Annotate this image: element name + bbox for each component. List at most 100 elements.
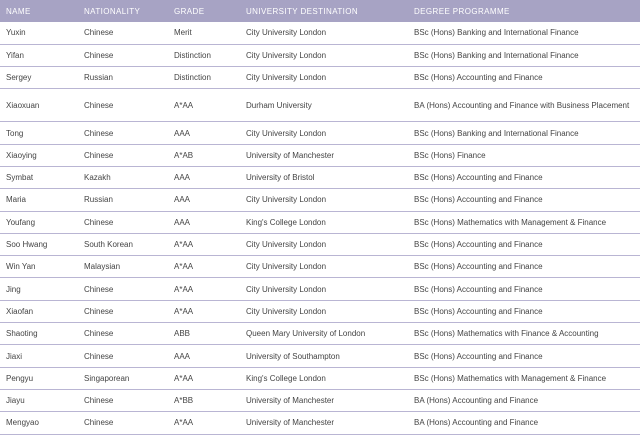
- university-cell: City University London: [246, 306, 327, 316]
- university-cell: City University London: [246, 28, 327, 38]
- table-row: Maria Russian AAA City University London BSc…: [0, 189, 640, 212]
- table-header: NAME NATIONALITY GRADE UNIVERSITY DESTIN…: [0, 0, 640, 22]
- grade-cell: AAA: [174, 128, 191, 138]
- table-body: Yuxin Chinese Merit City University London B…: [0, 22, 640, 435]
- grade-cell: A*AB: [174, 150, 194, 160]
- header-grade: GRADE: [174, 6, 205, 16]
- table-row: Youfang Chinese AAA King's College London BS…: [0, 211, 640, 234]
- grade-cell: AAA: [174, 351, 191, 361]
- header-university: UNIVERSITY DESTINATION: [246, 6, 359, 16]
- name-cell: Yuxin: [6, 28, 26, 38]
- table-row: Xiaoxuan Chinese A*AA Durham University BA (…: [0, 89, 640, 122]
- degree-cell: BSc (Hons) Banking and International Fin…: [414, 50, 579, 60]
- grade-cell: AAA: [174, 195, 191, 205]
- university-cell: King's College London: [246, 373, 326, 383]
- nationality-cell: Malaysian: [84, 262, 121, 272]
- university-cell: King's College London: [246, 217, 326, 227]
- grade-cell: ABB: [174, 329, 191, 339]
- grade-cell: A*AA: [174, 262, 194, 272]
- university-cell: City University London: [246, 73, 327, 83]
- nationality-cell: South Korean: [84, 240, 133, 250]
- degree-cell: BSc (Hons) Accounting and Finance: [414, 195, 543, 205]
- nationality-cell: Russian: [84, 73, 113, 83]
- name-cell: Soo Hwang: [6, 240, 48, 250]
- nationality-cell: Chinese: [84, 418, 114, 428]
- nationality-cell: Chinese: [84, 128, 114, 138]
- degree-cell: BSc (Hons) Accounting and Finance: [414, 173, 543, 183]
- grade-cell: Distinction: [174, 50, 211, 60]
- degree-cell: BSc (Hons) Banking and International Fin…: [414, 128, 579, 138]
- table-row: Jing Chinese A*AA City University London BSc…: [0, 278, 640, 301]
- grade-cell: A*AA: [174, 100, 194, 110]
- nationality-cell: Chinese: [84, 396, 114, 406]
- name-cell: Jiaxi: [6, 351, 23, 361]
- nationality-cell: Chinese: [84, 150, 114, 160]
- nationality-cell: Chinese: [84, 351, 114, 361]
- degree-cell: BSc (Hons) Mathematics with Management &…: [414, 217, 607, 227]
- table-row: Sergey Russian Distinction City University …: [0, 67, 640, 89]
- degree-cell: BSc (Hons) Banking and International Fin…: [414, 28, 579, 38]
- degree-cell: BA (Hons) Accounting and Finance: [414, 418, 539, 428]
- nationality-cell: Chinese: [84, 329, 114, 339]
- university-cell: University of Southampton: [246, 351, 340, 361]
- name-cell: Youfang: [6, 217, 36, 227]
- university-cell: City University London: [246, 50, 327, 60]
- table-row: Soo Hwang South Korean A*AA City University…: [0, 233, 640, 256]
- university-cell: Queen Mary University of London: [246, 329, 366, 339]
- university-cell: University of Manchester: [246, 396, 335, 406]
- degree-cell: BSc (Hons) Mathematics with Finance & Ac…: [414, 329, 599, 339]
- university-cell: City University London: [246, 284, 327, 294]
- grade-cell: A*AA: [174, 306, 194, 316]
- degree-cell: BSc (Hons) Accounting and Finance: [414, 262, 543, 272]
- grade-cell: A*BB: [174, 396, 194, 406]
- grade-cell: Merit: [174, 28, 192, 38]
- header-name: NAME: [6, 6, 31, 16]
- grade-cell: AAA: [174, 173, 191, 183]
- grade-cell: AAA: [174, 217, 191, 227]
- university-cell: University of Manchester: [246, 418, 335, 428]
- student-destinations-table: NAME NATIONALITY GRADE UNIVERSITY DESTIN…: [0, 0, 640, 435]
- name-cell: Xiaoxuan: [6, 100, 40, 110]
- grade-cell: A*AA: [174, 373, 194, 383]
- name-cell: Win Yan: [6, 262, 36, 272]
- degree-cell: BSc (Hons) Accounting and Finance: [414, 73, 543, 83]
- student-destinations-page: NAME NATIONALITY GRADE UNIVERSITY DESTIN…: [0, 0, 640, 435]
- university-cell: City University London: [246, 240, 327, 250]
- degree-cell: BSc (Hons) Mathematics with Management &…: [414, 373, 607, 383]
- university-cell: City University London: [246, 195, 327, 205]
- name-cell: Sergey: [6, 73, 32, 83]
- nationality-cell: Chinese: [84, 100, 114, 110]
- table-row: Shaoting Chinese ABB Queen Mary University …: [0, 323, 640, 345]
- university-cell: City University London: [246, 262, 327, 272]
- name-cell: Jiayu: [6, 396, 25, 406]
- nationality-cell: Kazakh: [84, 173, 111, 183]
- nationality-cell: Chinese: [84, 217, 114, 227]
- name-cell: Tong: [6, 128, 24, 138]
- header-nationality: NATIONALITY: [84, 6, 141, 16]
- degree-cell: BSc (Hons) Accounting and Finance: [414, 284, 543, 294]
- table-row: Pengyu Singaporean A*AA King's College Lond…: [0, 367, 640, 390]
- grade-cell: A*AA: [174, 284, 194, 294]
- nationality-cell: Chinese: [84, 28, 114, 38]
- name-cell: Shaoting: [6, 329, 38, 339]
- name-cell: Jing: [6, 284, 21, 294]
- name-cell: Xiaofan: [6, 306, 34, 316]
- name-cell: Xiaoying: [6, 150, 37, 160]
- table-row: Xiaoying Chinese A*AB University of Manches…: [0, 144, 640, 167]
- table-row: Mengyao Chinese A*AA University of Manchest…: [0, 412, 640, 435]
- university-cell: University of Manchester: [246, 150, 335, 160]
- table-row: Jiayu Chinese A*BB University of Manchester…: [0, 389, 640, 412]
- university-cell: City University London: [246, 128, 327, 138]
- header-degree: DEGREE PROGRAMME: [414, 6, 510, 16]
- degree-cell: BA (Hons) Accounting and Finance: [414, 396, 539, 406]
- grade-cell: Distinction: [174, 73, 211, 83]
- degree-cell: BSc (Hons) Accounting and Finance: [414, 351, 543, 361]
- header-row: NAME NATIONALITY GRADE UNIVERSITY DESTIN…: [0, 0, 640, 22]
- degree-cell: BSc (Hons) Accounting and Finance: [414, 240, 543, 250]
- nationality-cell: Chinese: [84, 306, 114, 316]
- table-row: Tong Chinese AAA City University London BSc …: [0, 122, 640, 145]
- grade-cell: A*AA: [174, 240, 194, 250]
- table-row: Jiaxi Chinese AAA University of Southampton…: [0, 345, 640, 368]
- table-row: Yifan Chinese Distinction City University L…: [0, 44, 640, 67]
- table-row: Win Yan Malaysian A*AA City University Lond…: [0, 256, 640, 278]
